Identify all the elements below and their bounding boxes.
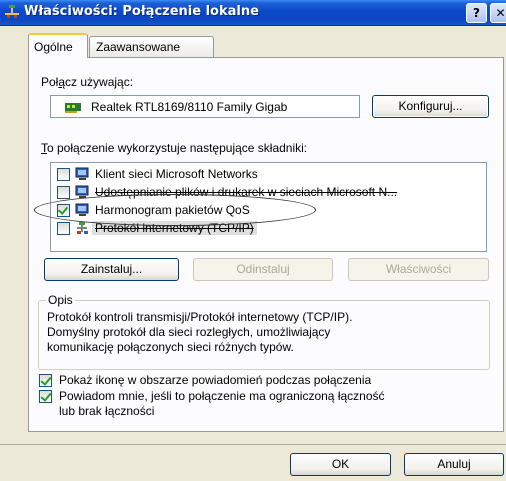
network-card-icon (65, 103, 81, 113)
cancel-button-label: Anuluj (437, 457, 471, 471)
properties-dialog: Właściwości: Połączenie lokalne ? ✕ Ogól… (0, 0, 506, 481)
tab-advanced-label: Zaawansowane (96, 40, 181, 54)
notify-label-line2: lub brak łączności (59, 404, 155, 418)
notify-label-line1: Powiadom mnie, jeśli to połączenie ma og… (59, 389, 385, 403)
description-title: Opis (46, 293, 75, 307)
install-button-label: Zainstaluj... (80, 262, 143, 276)
protocol-icon (77, 222, 88, 234)
adapter-name: Realtek RTL8169/8110 Family Gigab (91, 100, 288, 114)
install-button[interactable]: Zainstaluj... (44, 258, 179, 281)
uninstall-button[interactable]: Odinstaluj (193, 258, 333, 281)
network-connection-icon (5, 5, 19, 18)
ok-button-label: OK (331, 457, 350, 471)
close-button[interactable]: ✕ (490, 3, 506, 23)
highlight-ellipse (34, 194, 316, 226)
show-icon-checkbox[interactable] (39, 374, 52, 387)
component-checkbox[interactable] (57, 222, 70, 235)
window-title: Właściwości: Połączenie lokalne (24, 4, 259, 19)
network-client-icon (75, 167, 89, 180)
tab-general-label: Ogólne (34, 40, 73, 54)
properties-button-label: Właściwości (385, 262, 452, 276)
title-bar[interactable]: Właściwości: Połączenie lokalne ? ✕ (0, 0, 506, 26)
help-button[interactable]: ? (466, 3, 487, 23)
component-label: Klient sieci Microsoft Networks (95, 167, 258, 181)
adapter-field: Realtek RTL8169/8110 Family Gigab (50, 95, 360, 118)
uninstall-button-label: Odinstaluj (236, 262, 290, 276)
tab-advanced[interactable]: Zaawansowane (89, 36, 214, 58)
components-label: To połączenie wykorzystuje następujące s… (41, 141, 308, 155)
separator (0, 444, 506, 445)
component-checkbox[interactable] (57, 168, 70, 181)
connect-using-label: Połącz używając: (41, 75, 134, 89)
tab-general[interactable]: Ogólne (28, 33, 88, 58)
configure-button-label: Konfiguruj... (398, 99, 463, 113)
list-item[interactable]: Klient sieci Microsoft Networks (51, 165, 486, 183)
description-line: Protokół kontroli transmisji/Protokół in… (47, 310, 353, 324)
show-icon-label: Pokaż ikonę w obszarze powiadomień podcz… (59, 373, 372, 387)
configure-button[interactable]: Konfiguruj... (372, 95, 489, 118)
properties-button[interactable]: Właściwości (348, 258, 489, 281)
component-checkbox[interactable] (57, 186, 70, 199)
cancel-button[interactable]: Anuluj (404, 453, 504, 476)
description-line: Domyślny protokół dla sieci rozległych, … (47, 325, 331, 339)
notify-checkbox[interactable] (39, 390, 52, 403)
ok-button[interactable]: OK (290, 453, 391, 476)
description-line: komunikację połączonych sieci różnych ty… (47, 340, 294, 354)
